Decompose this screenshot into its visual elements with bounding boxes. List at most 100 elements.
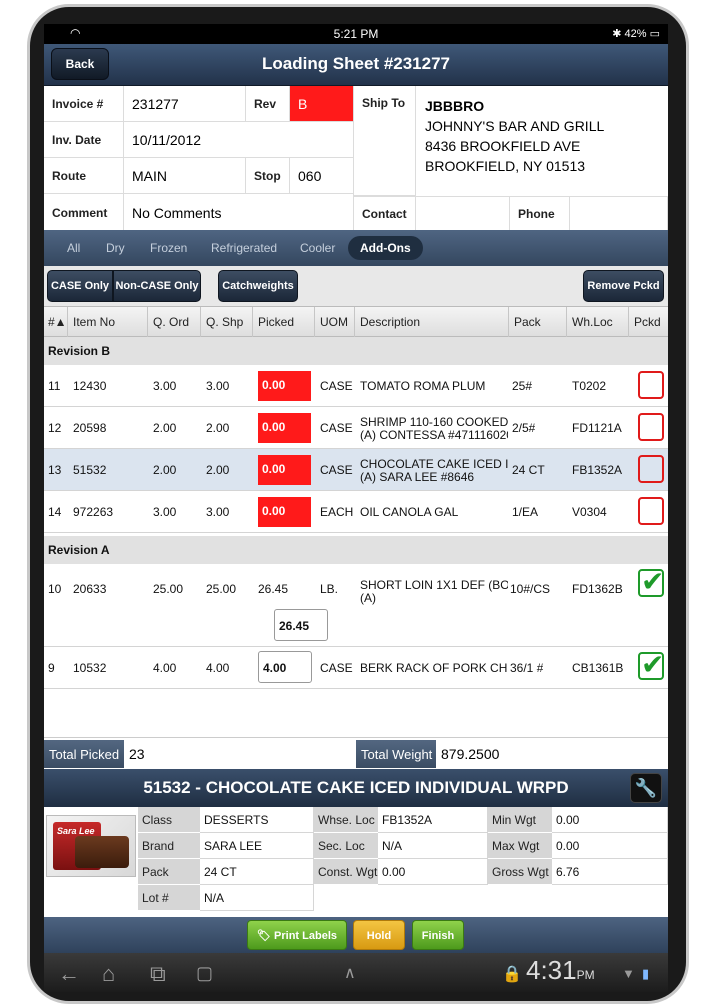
rev-value: B xyxy=(298,95,308,112)
picked-checkbox[interactable] xyxy=(638,497,664,525)
case-only-button[interactable]: CASE Only xyxy=(47,270,113,302)
col-description[interactable]: Description xyxy=(360,315,420,329)
filter-tabs: All Dry Frozen Refrigerated Cooler Add-O… xyxy=(44,230,668,266)
picked-checkbox-checked[interactable] xyxy=(638,648,664,681)
picked-field[interactable]: 0.00 xyxy=(258,497,311,527)
table-row-selected[interactable]: 13 51532 2.00 2.00 0.00 CASE CHOCOLATE C… xyxy=(44,449,668,491)
const-wgt-label: Const. Wgt xyxy=(314,859,378,885)
col-wh-loc[interactable]: Wh.Loc xyxy=(572,315,613,329)
status-bar: ◠ 5:21 PM ✱ 42% ▭ xyxy=(44,24,668,44)
inv-date-value: 10/11/2012 xyxy=(132,131,202,148)
picked-checkbox-checked[interactable] xyxy=(638,565,664,598)
col-q-ord[interactable]: Q. Ord xyxy=(153,315,189,329)
table-row[interactable]: 12 20598 2.00 2.00 0.00 CASE SHRIMP 110-… xyxy=(44,407,668,449)
col-picked[interactable]: Picked xyxy=(258,315,294,329)
table-row[interactable]: 14 972263 3.00 3.00 0.00 EACH OIL CANOLA… xyxy=(44,491,668,533)
item-detail-title-text: 51532 - CHOCOLATE CAKE ICED INDIVIDUAL W… xyxy=(143,778,569,797)
picked-field[interactable]: 0.00 xyxy=(258,455,311,485)
picked-field[interactable]: 0.00 xyxy=(258,413,311,443)
action-bar: 🏷 Print Labels Hold Finish xyxy=(44,917,668,953)
pack-value: 24 CT xyxy=(200,859,314,885)
contact-value[interactable] xyxy=(416,196,510,232)
hold-button[interactable]: Hold xyxy=(353,920,405,950)
col-q-shp[interactable]: Q. Shp xyxy=(206,315,243,329)
wrench-icon[interactable]: 🔧 xyxy=(630,773,662,803)
status-time: 5:21 PM xyxy=(333,27,379,41)
ship-to-code: JBBBRO xyxy=(425,98,485,114)
comment-label: Comment xyxy=(52,205,108,220)
tab-dry[interactable]: Dry xyxy=(106,241,125,255)
table-row[interactable]: 9 10532 4.00 4.00 4.00 CASE BERK RACK OF… xyxy=(44,647,668,689)
back-nav-icon[interactable]: ← xyxy=(58,961,80,987)
tab-add-ons[interactable]: Add-Ons xyxy=(348,236,423,260)
class-value: DESSERTS xyxy=(200,807,314,833)
ship-to-city: BROOKFIELD, NY 01513 xyxy=(425,158,586,174)
screen: ◠ 5:21 PM ✱ 42% ▭ Back Loading Sheet #23… xyxy=(44,24,668,992)
catchweights-button[interactable]: Catchweights xyxy=(218,270,298,302)
revision-a-header: Revision A xyxy=(44,536,668,564)
tab-all[interactable]: All xyxy=(67,241,80,255)
stop-label: Stop xyxy=(254,168,281,183)
inv-date-label: Inv. Date xyxy=(52,132,102,147)
gross-wgt-value: 6.76 xyxy=(552,859,668,885)
brand-value: SARA LEE xyxy=(200,833,314,859)
picked-field[interactable]: 0.00 xyxy=(258,371,311,401)
print-labels-button[interactable]: 🏷 Print Labels xyxy=(247,920,347,950)
invoice-info: Invoice # 231277 Rev B Inv. Date 10/11/2… xyxy=(44,86,668,232)
max-wgt-label: Max Wgt xyxy=(488,833,552,859)
stop-value: 060 xyxy=(298,167,322,184)
rev-label: Rev xyxy=(254,96,277,111)
picked-checkbox[interactable] xyxy=(638,455,664,483)
item-list: Revision B 11 12430 3.00 3.00 0.00 CASE … xyxy=(44,337,668,737)
col-pckd[interactable]: Pckd xyxy=(634,315,661,329)
phone-value[interactable] xyxy=(570,196,668,232)
product-image: Sara Lee xyxy=(46,815,136,877)
catchweight-input[interactable]: 26.45 xyxy=(274,609,328,641)
lot-value: N/A xyxy=(200,885,314,911)
picked-checkbox[interactable] xyxy=(638,371,664,399)
const-wgt-value: 0.00 xyxy=(378,859,488,885)
col-pack[interactable]: Pack xyxy=(514,315,541,329)
recent-apps-icon[interactable]: ⧉ xyxy=(150,961,166,987)
table-row[interactable]: 10 20633 25.00 25.00 26.45 LB. SHORT LOI… xyxy=(44,564,668,647)
table-header: #▲ Item No Q. Ord Q. Shp Picked UOM Desc… xyxy=(44,307,668,337)
ship-to-label: Ship To xyxy=(362,96,406,110)
battery-percent: 42% xyxy=(624,28,647,40)
remove-pckd-button[interactable]: Remove Pckd xyxy=(583,270,664,302)
picked-input[interactable]: 4.00 xyxy=(258,651,312,683)
ship-to-address: JBBBRO JOHNNY'S BAR AND GRILL 8436 BROOK… xyxy=(425,96,604,176)
min-wgt-label: Min Wgt xyxy=(488,807,552,833)
col-num[interactable]: #▲ xyxy=(48,315,67,329)
lot-label: Lot # xyxy=(138,885,200,911)
total-picked-label: Total Picked xyxy=(44,740,124,768)
invoice-label: Invoice # xyxy=(52,96,104,111)
ship-to-name: JOHNNY'S BAR AND GRILL xyxy=(425,118,605,134)
signal-icon: ▼ xyxy=(622,966,635,981)
non-case-only-button[interactable]: Non-CASE Only xyxy=(113,270,201,302)
item-detail: Sara Lee Class DESSERTS Brand SARA LEE P… xyxy=(44,807,668,917)
gross-wgt-label: Gross Wgt xyxy=(488,859,552,885)
battery-icon: ▮ xyxy=(642,966,650,981)
tab-frozen[interactable]: Frozen xyxy=(150,241,187,255)
finish-button[interactable]: Finish xyxy=(412,920,464,950)
home-nav-icon[interactable]: ⌂ xyxy=(102,961,115,987)
tab-refrigerated[interactable]: Refrigerated xyxy=(211,241,277,255)
class-label: Class xyxy=(138,807,200,833)
max-wgt-value: 0.00 xyxy=(552,833,668,859)
lock-icon: 🔒 xyxy=(502,966,522,983)
picked-checkbox[interactable] xyxy=(638,413,664,441)
whse-loc-label: Whse. Loc xyxy=(314,807,378,833)
ship-to-street: 8436 BROOKFIELD AVE xyxy=(425,138,581,154)
bluetooth-icon: ✱ xyxy=(612,28,622,40)
revision-b-header: Revision B xyxy=(44,337,668,365)
chevron-up-icon[interactable]: ∧ xyxy=(344,963,356,983)
col-item-no[interactable]: Item No xyxy=(73,315,115,329)
tab-cooler[interactable]: Cooler xyxy=(300,241,335,255)
totals-bar: Total Picked 23 Total Weight 879.2500 xyxy=(44,737,668,769)
total-weight-label: Total Weight xyxy=(356,740,436,768)
table-row[interactable]: 11 12430 3.00 3.00 0.00 CASE TOMATO ROMA… xyxy=(44,365,668,407)
whse-loc-value: FB1352A xyxy=(378,807,488,833)
contact-label: Contact xyxy=(362,207,407,221)
col-uom[interactable]: UOM xyxy=(320,315,348,329)
screenshot-icon[interactable]: ▢ xyxy=(196,963,213,984)
